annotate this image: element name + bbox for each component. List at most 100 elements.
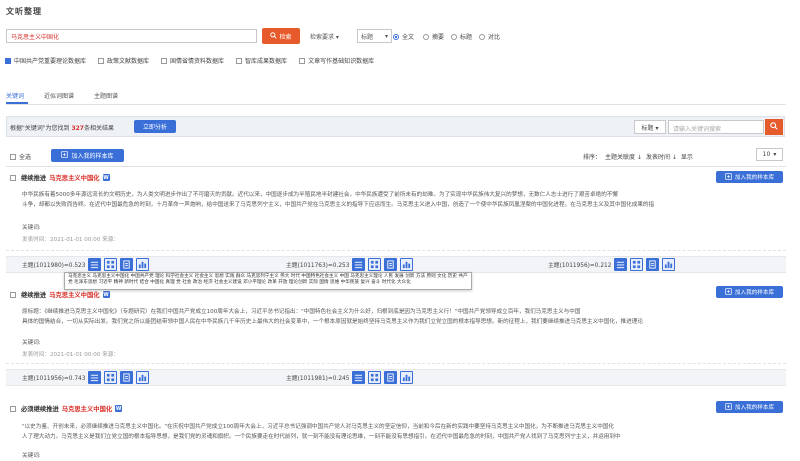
sort-label: 排序： [583, 154, 602, 161]
add-to-library-label: 加入我的样本库 [734, 405, 775, 411]
checkbox[interactable] [98, 58, 105, 64]
tab-similar-words[interactable]: 近似词图谱 [44, 91, 74, 100]
word-list-icon[interactable] [88, 371, 102, 384]
divider [6, 104, 786, 105]
add-all-to-library-button[interactable]: 加入我的样本库 [51, 149, 124, 162]
database-checkbox[interactable]: 国情省情资料数据库 [161, 56, 224, 65]
result-summary: 根据"关键词"为您找到 327条相关结果 [10, 123, 114, 132]
result-title[interactable]: 继续推进 马克思主义中国化 W [10, 173, 110, 182]
document-icon[interactable] [384, 371, 398, 384]
result-title[interactable]: 必须继续推进 马克思主义中国化 W [10, 404, 123, 413]
add-to-library-button[interactable]: 加入我的样本库 [716, 171, 783, 183]
radio-button[interactable] [393, 33, 399, 40]
library-icon [725, 287, 732, 297]
result-checkbox[interactable] [10, 291, 16, 298]
radio-title[interactable]: 标题 [451, 32, 472, 41]
add-to-library-button[interactable]: 加入我的样本库 [716, 286, 783, 298]
page-size-value: 10 [762, 151, 771, 158]
result-checkbox[interactable] [10, 174, 16, 181]
document-icon[interactable] [384, 258, 398, 271]
add-to-library-button[interactable]: 加入我的样本库 [716, 401, 783, 413]
word-list-icon[interactable] [88, 258, 102, 271]
word-list-icon[interactable] [352, 258, 366, 271]
topic-item: 主题(1011980)=0.523 [22, 258, 150, 271]
keyword-search-input[interactable]: 请输入关键词搜索 [668, 120, 764, 134]
search-input[interactable]: 马克思主义中国化 [6, 29, 257, 43]
radio-button[interactable] [479, 33, 485, 40]
tab-topic-map[interactable]: 主题图谱 [94, 91, 118, 100]
checkbox[interactable] [161, 58, 168, 64]
scope-select[interactable]: 标题 ▾ [357, 29, 392, 43]
page-size-select[interactable]: 10 ▾ [756, 148, 783, 161]
database-label: 中国共产党重要理论数据库 [14, 58, 87, 65]
word-list-icon[interactable] [614, 258, 628, 271]
bar-chart-icon[interactable] [400, 371, 414, 384]
library-icon [61, 151, 69, 160]
document-icon[interactable] [646, 258, 660, 271]
document-icon[interactable] [120, 258, 134, 271]
topic-label: 主题(1011763)=0.253 [286, 263, 350, 269]
advanced-search-link[interactable]: 检索要求 ▾ [310, 32, 339, 41]
select-all-checkbox[interactable] [10, 153, 16, 160]
checkbox[interactable] [299, 58, 306, 64]
divider [6, 166, 786, 167]
database-filter: 中国共产党重要理论数据库 政策文献数据库 国情省情资料数据库 智库成果数据库 文… [5, 56, 374, 65]
database-label: 文章写作基础知识数据库 [308, 58, 375, 65]
scope-value: 标题 [361, 33, 374, 41]
grid-icon[interactable] [630, 258, 644, 271]
bar-chart-icon[interactable] [400, 258, 414, 271]
topic-tooltip: 马克思主义 马克思主义中国化 中国共产党 理论 科学社会主义 社会主义 思想 实… [64, 272, 472, 290]
per-page-label: 显示 [680, 154, 693, 161]
library-icon [725, 402, 732, 412]
add-to-library-label: 加入我的样本库 [734, 175, 775, 181]
bar-chart-icon[interactable] [136, 371, 150, 384]
select-all[interactable]: 全选 [10, 152, 31, 161]
divider [6, 363, 786, 364]
word-list-icon[interactable] [352, 371, 366, 384]
grid-icon[interactable] [368, 258, 382, 271]
sort-by-relevance[interactable]: 主题关联度 ↓ [605, 152, 642, 161]
database-checkbox[interactable]: 中国共产党重要理论数据库 [5, 56, 86, 65]
analyze-button[interactable]: 立即分析 [134, 120, 176, 133]
result-abstract-line: 中华民族有着5000多年源远流长的文明历史，为人类文明进步作出了不可磨灭的贡献。… [22, 192, 618, 198]
database-checkbox[interactable]: 政策文献数据库 [98, 56, 149, 65]
add-to-library-label: 加入我的样本库 [734, 290, 775, 296]
word-doc-icon: W [102, 174, 110, 181]
database-label: 智库成果数据库 [245, 58, 288, 65]
keyword-search-button[interactable] [765, 119, 783, 135]
chevron-down-icon: ▾ [384, 32, 388, 40]
grid-icon[interactable] [104, 258, 118, 271]
tab-bar: 关键词 近似词图谱 主题图谱 [6, 91, 118, 100]
keywords-label: 关键词: [22, 453, 41, 459]
topic-label: 主题(1011956)=0.212 [548, 263, 612, 269]
tab-keywords[interactable]: 关键词 [6, 91, 24, 100]
result-checkbox[interactable] [10, 405, 16, 412]
radio-abstract[interactable]: 摘要 [423, 32, 444, 41]
document-icon[interactable] [120, 371, 134, 384]
database-label: 政策文献数据库 [107, 58, 150, 65]
bar-chart-icon[interactable] [136, 258, 150, 271]
database-checkbox[interactable]: 文章写作基础知识数据库 [299, 56, 374, 65]
radio-label: 对比 [488, 34, 501, 41]
topic-label: 主题(1011981)=0.245 [286, 376, 350, 382]
search-button[interactable]: 检索 [262, 28, 300, 44]
grid-icon[interactable] [104, 371, 118, 384]
checkbox[interactable] [5, 58, 11, 64]
radio-fulltext[interactable]: 全文 [393, 32, 414, 41]
sort-by-time[interactable]: 发表时间 ↓ [646, 152, 677, 161]
radio-button[interactable] [423, 33, 429, 40]
result-title[interactable]: 继续推进 马克思主义中国化 W [10, 290, 110, 299]
radio-compare[interactable]: 对比 [479, 32, 500, 41]
topic-item: 主题(1011956)=0.212 [548, 258, 676, 271]
checkbox[interactable] [236, 58, 243, 64]
field-select[interactable]: 标题 ▾ [634, 120, 666, 134]
database-checkbox[interactable]: 智库成果数据库 [236, 56, 287, 65]
grid-icon[interactable] [368, 371, 382, 384]
keywords-label: 关键词: [22, 225, 41, 231]
radio-button[interactable] [451, 33, 457, 40]
result-abstract-line: 斗争，却都以失败而告终。在近代中国最危急的时刻，十月革命一声炮响，给中国送来了马… [22, 202, 655, 208]
title-text: 必须继续推进 [21, 406, 59, 413]
topic-item: 主题(1011763)=0.253 [286, 258, 414, 271]
bar-chart-icon[interactable] [662, 258, 676, 271]
topic-label: 主题(1011980)=0.523 [22, 263, 86, 269]
